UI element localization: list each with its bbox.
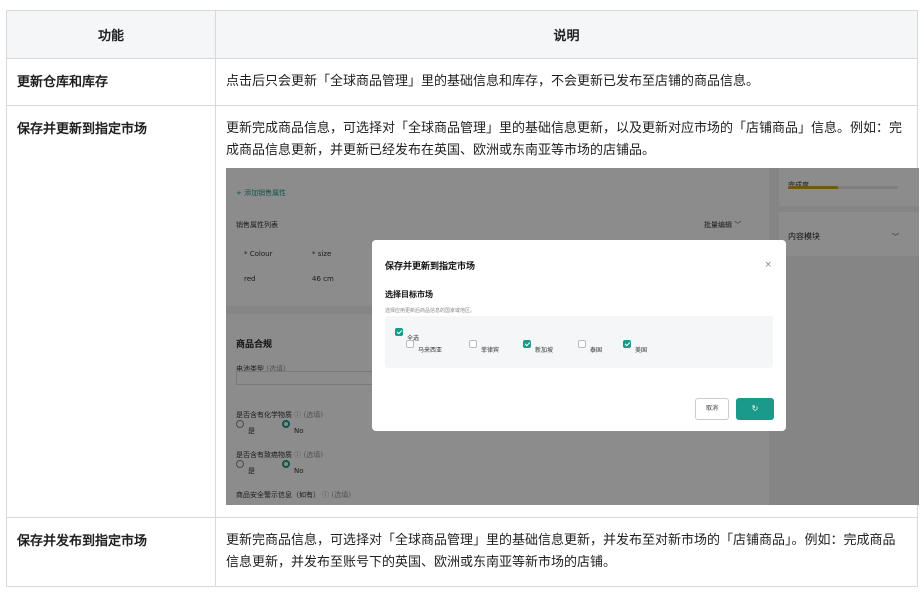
table-row: 更新仓库和库存 点击后只会更新「全球商品管理」里的基础信息和库存，不会更新已发布… <box>6 58 918 106</box>
market-options-box: 全选 马来西亚 菲律宾 新加坡 泰国 美国 <box>385 316 773 368</box>
market-checkbox-philippines[interactable] <box>469 340 477 348</box>
description-cell: 更新完成商品信息，可选择对「全球商品管理」里的基础信息更新，以及更新对应市场的「… <box>215 105 919 518</box>
market-label: 马来西亚 <box>418 347 443 354</box>
feature-cell: 保存并发布到指定市场 <box>6 517 216 587</box>
market-label: 美国 <box>635 347 648 354</box>
market-label: 新加坡 <box>535 347 554 354</box>
table-row: 保存并发布到指定市场 更新完商品信息，可选择对「全球商品管理」里的基础信息更新，… <box>6 517 918 587</box>
description-text: 更新完成商品信息，可选择对「全球商品管理」里的基础信息更新，以及更新对应市场的「… <box>226 121 903 158</box>
market-checkbox-thailand[interactable] <box>578 340 586 348</box>
loading-spinner-icon: ↻ <box>751 404 759 413</box>
market-label: 泰国 <box>590 347 603 354</box>
embedded-screenshot: + 添加销售属性 销售属性列表 批量编辑 ﹀ * Colour * size r… <box>226 168 919 505</box>
market-checkbox-usa[interactable] <box>623 340 631 348</box>
modal-title: 保存并更新到指定市场 <box>385 262 476 272</box>
feature-table: 功能 说明 更新仓库和库存 点击后只会更新「全球商品管理」里的基础信息和库存，不… <box>6 10 919 587</box>
market-checkbox-malaysia[interactable] <box>406 340 414 348</box>
feature-cell: 保存并更新到指定市场 <box>6 105 216 518</box>
table-row: 保存并更新到指定市场 更新完成商品信息，可选择对「全球商品管理」里的基础信息更新… <box>6 105 919 518</box>
description-cell: 更新完商品信息，可选择对「全球商品管理」里的基础信息更新，并发布至对新市场的「店… <box>215 517 918 587</box>
header-description: 说明 <box>215 10 918 59</box>
confirm-button[interactable]: ↻ <box>736 398 774 420</box>
table-header-row: 功能 说明 <box>6 10 918 59</box>
close-icon[interactable]: × <box>764 254 772 276</box>
cancel-button[interactable]: 取消 <box>695 398 729 420</box>
select-all-checkbox[interactable] <box>395 328 403 336</box>
market-modal: 保存并更新到指定市场 × 选择目标市场 选择应用更新后商品信息的国家或地区。 全… <box>372 240 786 431</box>
market-checkbox-singapore[interactable] <box>523 340 531 348</box>
description-cell: 点击后只会更新「全球商品管理」里的基础信息和库存，不会更新已发布至店铺的商品信息… <box>215 58 918 106</box>
header-feature: 功能 <box>6 10 216 59</box>
market-label: 菲律宾 <box>481 347 500 354</box>
feature-cell: 更新仓库和库存 <box>6 58 216 106</box>
